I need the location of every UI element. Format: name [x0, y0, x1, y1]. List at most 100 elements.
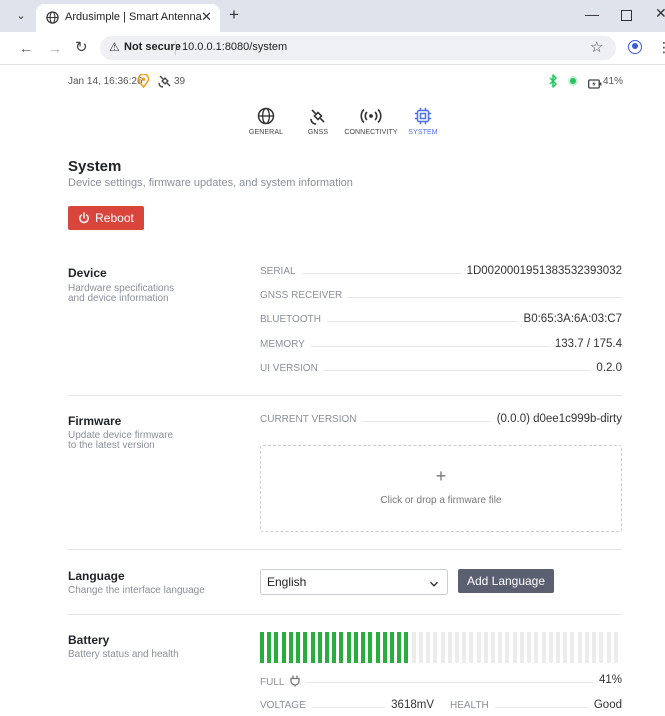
memory-label: MEMORY: [260, 339, 311, 350]
add-language-button[interactable]: Add Language: [458, 569, 554, 593]
device-section-title: Device: [68, 266, 107, 280]
tab-system-label: SYSTEM: [408, 129, 438, 136]
battery-segment-filled: [324, 632, 329, 663]
tab-system[interactable]: SYSTEM: [408, 107, 438, 136]
battery-segment-empty: [440, 632, 445, 663]
battery-segment-empty: [519, 632, 524, 663]
health-value: Good: [587, 699, 622, 711]
section-divider: [68, 549, 622, 550]
health-label: HEALTH: [450, 700, 495, 711]
battery-segment-empty: [426, 632, 431, 663]
battery-segment-empty: [577, 632, 582, 663]
tab-connectivity[interactable]: CONNECTIVITY: [344, 107, 398, 136]
battery-segment-filled: [339, 632, 344, 663]
forward-arrow-icon[interactable]: →: [48, 40, 62, 56]
battery-segment-empty: [527, 632, 532, 663]
battery-segment-empty: [556, 632, 561, 663]
battery-charging-icon: [588, 76, 602, 94]
page-subtitle: Device settings, firmware updates, and s…: [68, 177, 353, 189]
battery-percent: 41%: [603, 76, 624, 87]
serial-label: SERIAL: [260, 266, 302, 277]
status-datetime: Jan 14, 16:36:26: [68, 76, 143, 87]
power-icon: [79, 212, 89, 224]
language-select[interactable]: English: [260, 569, 448, 595]
battery-segment-filled: [397, 632, 402, 663]
firmware-row-current-version: CURRENT VERSION (0.0.0) d0ee1c999b-dirty: [260, 413, 622, 428]
firmware-dropzone[interactable]: + Click or drop a firmware file: [260, 445, 622, 532]
device-row-gnss-receiver: GNSS RECEIVER: [260, 290, 622, 304]
battery-segment-filled: [317, 632, 322, 663]
plus-icon: +: [435, 466, 447, 486]
browser-tab[interactable]: Ardusimple | Smart Antenna ✕: [36, 4, 220, 32]
location-pin-icon: [137, 73, 150, 93]
browser-address-bar: ← → ↻ ⚠ Not secure 10.0.0.1:8080/system …: [0, 32, 665, 65]
battery-segment-filled: [375, 632, 380, 663]
battery-segment-empty: [548, 632, 553, 663]
battery-segment-filled: [260, 632, 264, 663]
url-input[interactable]: ⚠ Not secure 10.0.0.1:8080/system ☆: [100, 36, 616, 60]
battery-segment-empty: [476, 632, 481, 663]
globe-icon: [257, 107, 275, 125]
battery-segment-filled: [274, 632, 279, 663]
battery-segment-empty: [563, 632, 568, 663]
battery-segment-empty: [512, 632, 517, 663]
back-arrow-icon[interactable]: ←: [19, 40, 33, 56]
tab-connectivity-label: CONNECTIVITY: [344, 129, 398, 136]
tab-gnss-label: GNSS: [307, 129, 329, 136]
url-text: 10.0.0.1:8080/system: [182, 41, 288, 53]
battery-segment-empty: [462, 632, 467, 663]
ui-version-value: 0.2.0: [590, 362, 622, 374]
reload-icon[interactable]: ↻: [75, 38, 88, 56]
connection-status-dot: [570, 78, 576, 84]
language-section-title: Language: [68, 569, 125, 583]
tab-general[interactable]: GENERAL: [247, 107, 285, 136]
battery-segment-filled: [310, 632, 315, 663]
memory-value: 133.7 / 175.4: [548, 338, 622, 350]
tab-gnss[interactable]: GNSS: [303, 107, 333, 136]
bookmark-star-icon[interactable]: ☆: [590, 38, 603, 56]
battery-row-voltage: VOLTAGE 3618mV: [260, 699, 434, 714]
device-row-bluetooth: BLUETOOTH B0:65:3A:6A:03:C7: [260, 313, 622, 328]
dropzone-text: Click or drop a firmware file: [380, 495, 502, 506]
tab-close-icon[interactable]: ✕: [201, 9, 212, 25]
row-leader-line: [260, 682, 622, 683]
battery-segment-empty: [483, 632, 488, 663]
tab-search-chevron-icon[interactable]: ⌄: [12, 7, 30, 25]
battery-segment-empty: [613, 632, 618, 663]
battery-segment-empty: [505, 632, 510, 663]
battery-segment-empty: [454, 632, 459, 663]
battery-segment-empty: [606, 632, 611, 663]
broadcast-icon: [360, 108, 382, 124]
battery-segment-filled: [267, 632, 272, 663]
reboot-button[interactable]: Reboot: [68, 206, 144, 230]
firmware-section-desc-line2: to the latest version: [68, 440, 155, 451]
window-minimize-icon[interactable]: —: [585, 6, 599, 22]
ui-version-label: UI VERSION: [260, 363, 324, 374]
battery-state-text: FULL: [260, 677, 285, 688]
satellite-count: 39: [174, 76, 186, 87]
battery-section-desc: Battery status and health: [68, 649, 179, 660]
tab-title: Ardusimple | Smart Antenna: [65, 11, 202, 23]
battery-segment-filled: [281, 632, 286, 663]
window-maximize-icon[interactable]: [621, 10, 632, 21]
battery-segment-filled: [346, 632, 351, 663]
gnss-receiver-label: GNSS RECEIVER: [260, 290, 349, 301]
warning-icon: ⚠: [109, 40, 120, 54]
battery-segment-empty: [433, 632, 438, 663]
battery-segment-filled: [296, 632, 301, 663]
profile-icon[interactable]: [628, 40, 642, 54]
battery-segment-empty: [570, 632, 575, 663]
satellite-icon: [310, 109, 325, 125]
language-section-desc: Change the interface language: [68, 585, 205, 596]
new-tab-icon[interactable]: +: [229, 5, 239, 25]
battery-segment-empty: [411, 632, 416, 663]
battery-segment-filled: [303, 632, 308, 663]
serial-value: 1D0020001951383532393032: [460, 265, 622, 277]
window-close-icon[interactable]: ✕: [655, 5, 665, 22]
battery-segment-filled: [361, 632, 366, 663]
device-row-serial: SERIAL 1D0020001951383532393032: [260, 265, 622, 280]
page-title: System: [68, 158, 122, 175]
browser-tab-bar: ⌄ Ardusimple | Smart Antenna ✕ + — ✕: [0, 0, 665, 32]
browser-menu-icon[interactable]: ⋮: [657, 39, 665, 56]
battery-segment-empty: [491, 632, 496, 663]
